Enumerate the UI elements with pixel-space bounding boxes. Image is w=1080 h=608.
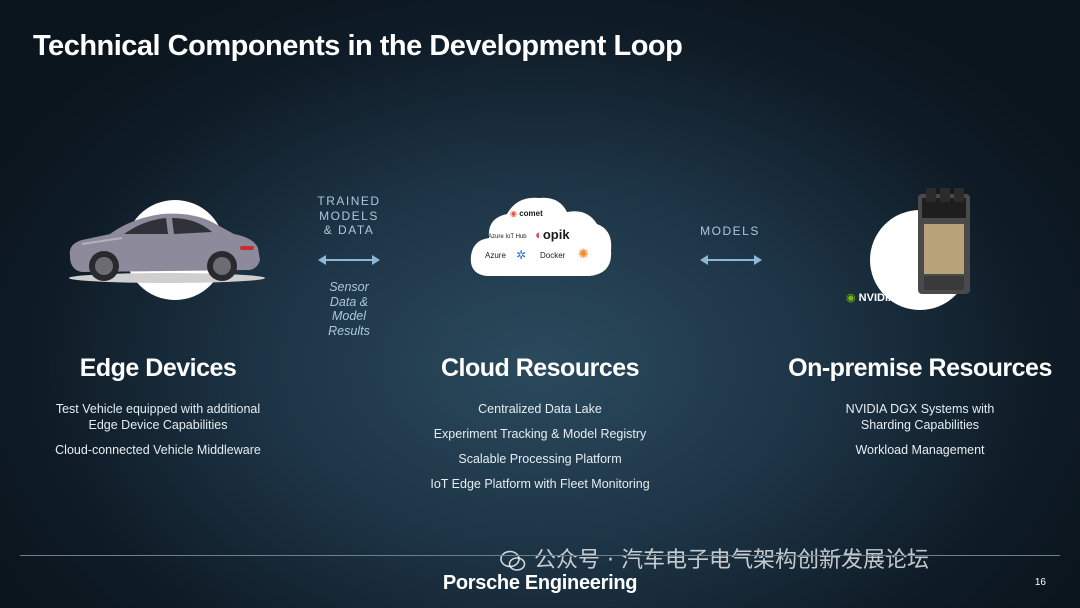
right-arrow-label: MODELS bbox=[700, 224, 760, 238]
watermark: 公众号 · 汽车电子电气架构创新发展论坛 bbox=[500, 542, 929, 574]
on-premise-line: Workload Management bbox=[855, 443, 985, 457]
edge-line: Test Vehicle equipped with additional Ed… bbox=[55, 402, 261, 432]
wechat-icon bbox=[500, 550, 526, 571]
porsche-engineering-logo: Porsche Engineering bbox=[442, 572, 638, 594]
right-double-arrow bbox=[700, 255, 762, 265]
cloud-line: IoT Edge Platform with Fleet Monitoring bbox=[430, 477, 650, 491]
cloud-line: Experiment Tracking & Model Registry bbox=[433, 427, 647, 441]
cloud-resources-column: Cloud Resources Centralized Data Lake Ex… bbox=[390, 354, 690, 501]
left-arrow-top-label: TRAINED MODELS & DATA bbox=[317, 194, 381, 237]
azure-iot-hub-label: Azure IoT Hub bbox=[488, 234, 527, 240]
edge-devices-heading: Edge Devices bbox=[79, 354, 237, 382]
nvidia-logo: ◉ NVIDIA bbox=[846, 292, 896, 304]
left-arrow-bottom-label: Sensor Data & Model Results bbox=[328, 280, 370, 338]
opik-logo: ◐opik bbox=[535, 227, 570, 242]
kubernetes-icon: ✲ bbox=[516, 248, 527, 262]
grafana-icon: ✺ bbox=[578, 246, 589, 261]
footer-divider bbox=[20, 555, 1060, 556]
on-premise-line: NVIDIA DGX Systems with Sharding Capabil… bbox=[845, 402, 995, 432]
edge-devices-column: Edge Devices Test Vehicle equipped with … bbox=[8, 354, 308, 467]
cloud-line: Scalable Processing Platform bbox=[458, 452, 622, 466]
comet-logo: ◉ comet bbox=[510, 209, 543, 218]
docker-label: Docker bbox=[540, 251, 566, 260]
car-image bbox=[62, 198, 272, 286]
cloud-resources-heading: Cloud Resources bbox=[440, 354, 640, 382]
cloud-line: Centralized Data Lake bbox=[478, 402, 602, 416]
on-premise-column: On-premise Resources NVIDIA DGX Systems … bbox=[770, 354, 1070, 467]
left-double-arrow bbox=[318, 255, 380, 265]
edge-line: Cloud-connected Vehicle Middleware bbox=[55, 443, 261, 457]
dgx-hardware-image bbox=[918, 188, 970, 294]
azure-label: Azure bbox=[485, 251, 506, 260]
page-number: 16 bbox=[1034, 577, 1046, 588]
slide-title: Technical Components in the Development … bbox=[33, 30, 683, 62]
on-premise-heading: On-premise Resources bbox=[788, 354, 1052, 382]
